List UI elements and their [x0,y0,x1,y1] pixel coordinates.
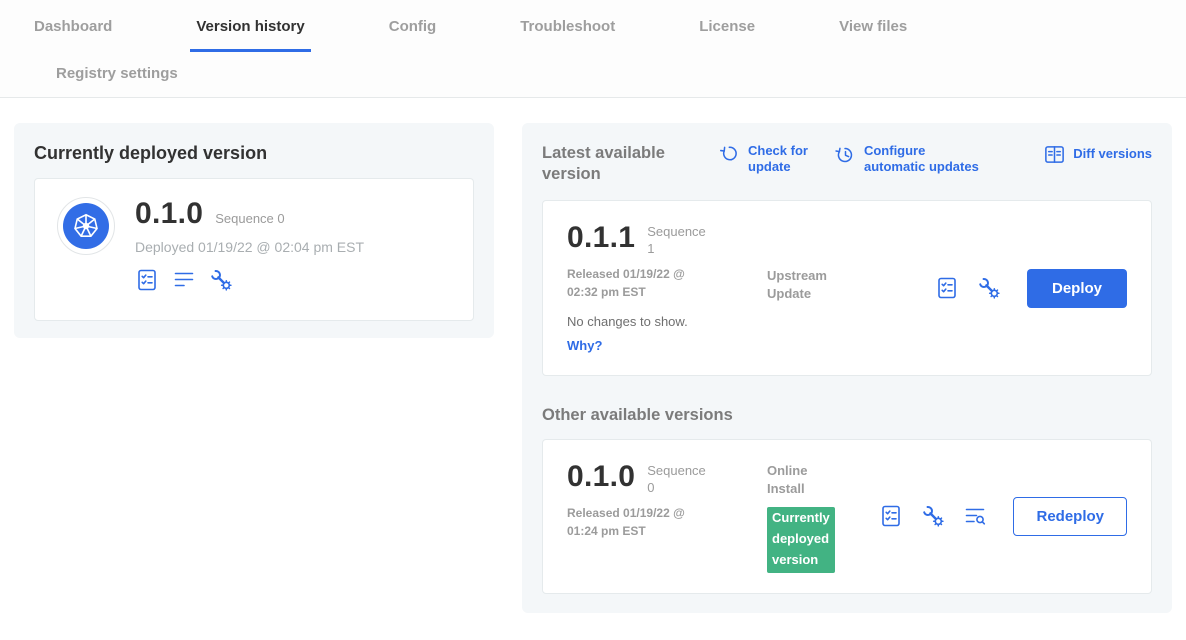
other-available-versions-title: Other available versions [542,406,1152,425]
latest-available-header: Latest available version Check for updat… [542,143,1152,184]
check-for-update-link[interactable]: Check for update [718,143,808,176]
deployed-sequence-label: Sequence 0 [215,211,284,226]
latest-available-panel: Latest available version Check for updat… [522,123,1172,613]
nav-row-1: Dashboard Version history Config Trouble… [28,18,1186,52]
kubernetes-logo-icon [57,197,115,255]
deployed-version-card: 0.1.0 Sequence 0 Deployed 01/19/22 @ 02:… [34,178,474,321]
redeploy-button[interactable]: Redeploy [1013,497,1127,536]
currently-deployed-panel: Currently deployed version [14,123,494,338]
release-notes-icon[interactable] [879,504,903,528]
check-for-update-label-1: Check for [748,143,808,159]
currently-deployed-title: Currently deployed version [34,143,474,164]
deploy-logs-icon[interactable] [963,504,987,528]
deployed-actions [135,268,364,292]
configure-automatic-updates-link[interactable]: Configure automatic updates [834,143,979,176]
latest-source-label: Upstream Update [767,267,837,355]
config-gear-icon[interactable] [921,504,945,528]
diff-versions-link[interactable]: Diff versions [1043,143,1152,166]
other-version-number: 0.1.0 [567,460,635,493]
nav-row-2: Registry settings [28,52,1186,97]
currently-deployed-badge: Currently deployed version [767,507,835,572]
tab-version-history[interactable]: Version history [190,18,310,52]
top-navigation: Dashboard Version history Config Trouble… [0,0,1186,98]
latest-version-card: 0.1.1 Sequence 1 Released 01/19/22 @ 02:… [542,200,1152,376]
deployed-version-info: 0.1.0 Sequence 0 Deployed 01/19/22 @ 02:… [135,197,364,292]
tab-dashboard[interactable]: Dashboard [28,18,118,52]
configure-updates-label-1: Configure [864,143,979,159]
why-link[interactable]: Why? [567,338,602,353]
deploy-button[interactable]: Deploy [1027,269,1127,308]
tab-registry-settings[interactable]: Registry settings [50,65,1114,82]
config-gear-icon[interactable] [977,276,1001,300]
latest-version-number: 0.1.1 [567,221,635,254]
release-notes-icon[interactable] [135,268,159,292]
kots-admin-console: Dashboard Version history Config Trouble… [0,0,1186,640]
latest-sequence-label: Sequence 1 [647,224,709,258]
other-released-timestamp: Released 01/19/22 @ 01:24 pm EST [567,504,705,540]
no-changes-text: No changes to show. [567,314,767,329]
other-source-label: Online Install [767,463,807,496]
tab-license[interactable]: License [693,18,761,52]
tab-troubleshoot[interactable]: Troubleshoot [514,18,621,52]
diff-icon [1043,143,1066,166]
tab-config[interactable]: Config [383,18,442,52]
schedule-clock-icon [834,143,857,166]
other-sequence-label: Sequence 0 [647,463,709,497]
deployed-version-number: 0.1.0 [135,197,203,230]
configure-updates-label-2: automatic updates [864,159,979,175]
deploy-logs-icon[interactable] [172,268,196,292]
main-content: Currently deployed version [0,98,1186,638]
diff-versions-label: Diff versions [1073,146,1152,162]
other-version-card: 0.1.0 Sequence 0 Released 01/19/22 @ 01:… [542,439,1152,593]
tab-view-files[interactable]: View files [833,18,913,52]
refresh-icon [718,143,741,166]
latest-released-timestamp: Released 01/19/22 @ 02:32 pm EST [567,265,705,301]
latest-available-title: Latest available version [542,143,692,184]
config-gear-icon[interactable] [209,268,233,292]
deployed-timestamp: Deployed 01/19/22 @ 02:04 pm EST [135,239,364,255]
check-for-update-label-2: update [748,159,808,175]
release-notes-icon[interactable] [935,276,959,300]
